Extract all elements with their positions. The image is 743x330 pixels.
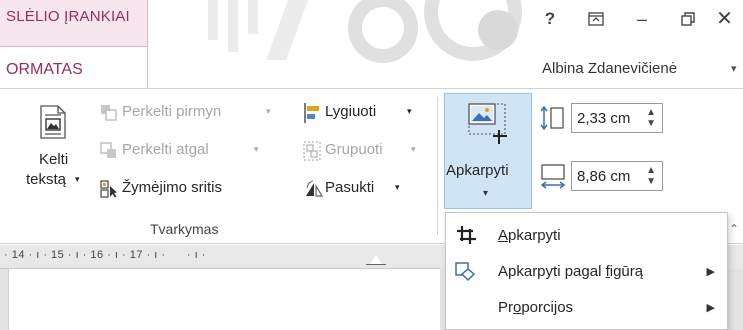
ribbon-display-icon	[588, 12, 604, 26]
rotate-label: Pasukti	[325, 179, 375, 196]
send-backward-chevron-icon: ▾	[254, 144, 259, 154]
height-spin-arrows-icon[interactable]: ▲ ▼	[646, 107, 656, 129]
bring-forward-chevron-icon: ▾	[266, 106, 271, 116]
menu-item-crop-to-shape[interactable]: Apkarpyti pagal figūrą ▶	[446, 253, 727, 289]
title-background-art	[208, 0, 522, 63]
crop-label: Apkarpyti	[446, 162, 509, 179]
rotate-icon	[306, 180, 323, 197]
menu-item-crop[interactable]: Apkarpyti	[446, 217, 727, 253]
user-account-name[interactable]: Albina Zdanevičienė	[542, 60, 677, 77]
group-button[interactable]: Grupuoti ▾	[303, 139, 423, 163]
menu-item-aspect-ratio[interactable]: Proporcijos ▶	[446, 289, 727, 325]
bring-forward-icon	[101, 105, 117, 121]
rotate-chevron-icon: ▾	[395, 182, 400, 192]
crop-icon	[457, 226, 476, 244]
tab-format-label: ORMATAS	[6, 61, 83, 78]
shape-width-icon	[540, 164, 566, 189]
bring-forward-button[interactable]: Perkelti pirmyn ▾	[100, 101, 275, 125]
title-bar: SLĖLIO ĮRANKIAI ORMATAS ? – ✕ Albina Zda…	[0, 0, 743, 88]
collapse-ribbon-chevron-icon[interactable]: ⌃	[729, 222, 739, 236]
group-chevron-icon: ▾	[411, 144, 416, 154]
group-divider	[437, 97, 438, 235]
crop-picture-icon	[468, 103, 507, 144]
selection-pane-label: Žymėjimo sritis	[122, 179, 222, 196]
help-button[interactable]: ?	[528, 6, 572, 32]
crop-to-shape-icon	[455, 262, 476, 282]
group-label-arrange: Tvarkymas	[150, 221, 219, 237]
context-tab-title: SLĖLIO ĮRANKIAI	[6, 8, 130, 25]
restore-icon	[681, 12, 695, 26]
close-button[interactable]: ✕	[706, 6, 743, 32]
group-objects-icon	[303, 141, 321, 161]
shape-height-icon	[540, 105, 564, 131]
align-icon	[304, 103, 319, 123]
crop-chevron-icon[interactable]: ▾	[483, 188, 488, 199]
wrap-text-label-line1: Kelti	[39, 151, 69, 168]
document-page[interactable]	[8, 269, 440, 330]
shape-width-value: 8,86 cm	[577, 168, 631, 185]
selection-pane-icon	[100, 180, 117, 198]
indent-marker-icon[interactable]	[370, 255, 382, 264]
shape-height-field[interactable]: 2,33 cm ▲ ▼	[571, 103, 663, 133]
menu-item-aspect-ratio-label: Proporcijos	[498, 299, 574, 316]
menu-item-crop-to-shape-label: Apkarpyti pagal figūrą	[498, 263, 644, 280]
send-backward-label: Perkelti atgal	[122, 141, 209, 158]
menu-item-crop-label: Apkarpyti	[498, 227, 561, 244]
restore-button[interactable]	[666, 6, 710, 32]
ruler-ticks: · 14 · ı · 15 · ı · 16 · ı · 17 · ı · · …	[4, 249, 206, 261]
align-label: Lygiuoti	[325, 103, 377, 120]
submenu-arrow-icon: ▶	[706, 266, 715, 278]
horizontal-ruler: · 14 · ı · 15 · ı · 16 · ı · 17 · ı · · …	[0, 245, 440, 269]
align-button[interactable]: Lygiuoti ▾	[303, 101, 418, 125]
rotate-button[interactable]: Pasukti ▾	[303, 177, 413, 201]
user-account-chevron-icon[interactable]: ▾	[731, 62, 737, 75]
crop-button[interactable]: Apkarpyti ▾	[444, 93, 532, 209]
crop-dropdown-menu: Apkarpyti Apkarpyti pagal figūrą ▶ Propo…	[445, 212, 728, 330]
bring-forward-label: Perkelti pirmyn	[122, 103, 222, 120]
submenu-arrow-icon: ▶	[706, 302, 715, 314]
indent-marker-base	[366, 264, 386, 265]
shape-width-field[interactable]: 8,86 cm ▲ ▼	[571, 161, 663, 191]
width-spin-arrows-icon[interactable]: ▲ ▼	[646, 165, 656, 187]
wrap-text-icon	[40, 105, 66, 139]
selection-pane-button[interactable]: Žymėjimo sritis	[100, 177, 275, 201]
minimize-button[interactable]: –	[620, 6, 664, 32]
wrap-text-label-line2: tekstą	[26, 171, 67, 188]
ribbon-display-options-button[interactable]	[574, 6, 618, 32]
send-backward-button[interactable]: Perkelti atgal ▾	[100, 139, 275, 163]
wrap-text-chevron-icon: ▾	[75, 174, 80, 184]
align-chevron-icon: ▾	[407, 106, 412, 116]
tab-format[interactable]: ORMATAS	[0, 46, 148, 88]
send-backward-icon	[100, 142, 116, 158]
group-label: Grupuoti	[325, 141, 383, 158]
wrap-text-button[interactable]: Kelti tekstą ▾	[26, 99, 96, 209]
shape-height-value: 2,33 cm	[577, 110, 631, 127]
